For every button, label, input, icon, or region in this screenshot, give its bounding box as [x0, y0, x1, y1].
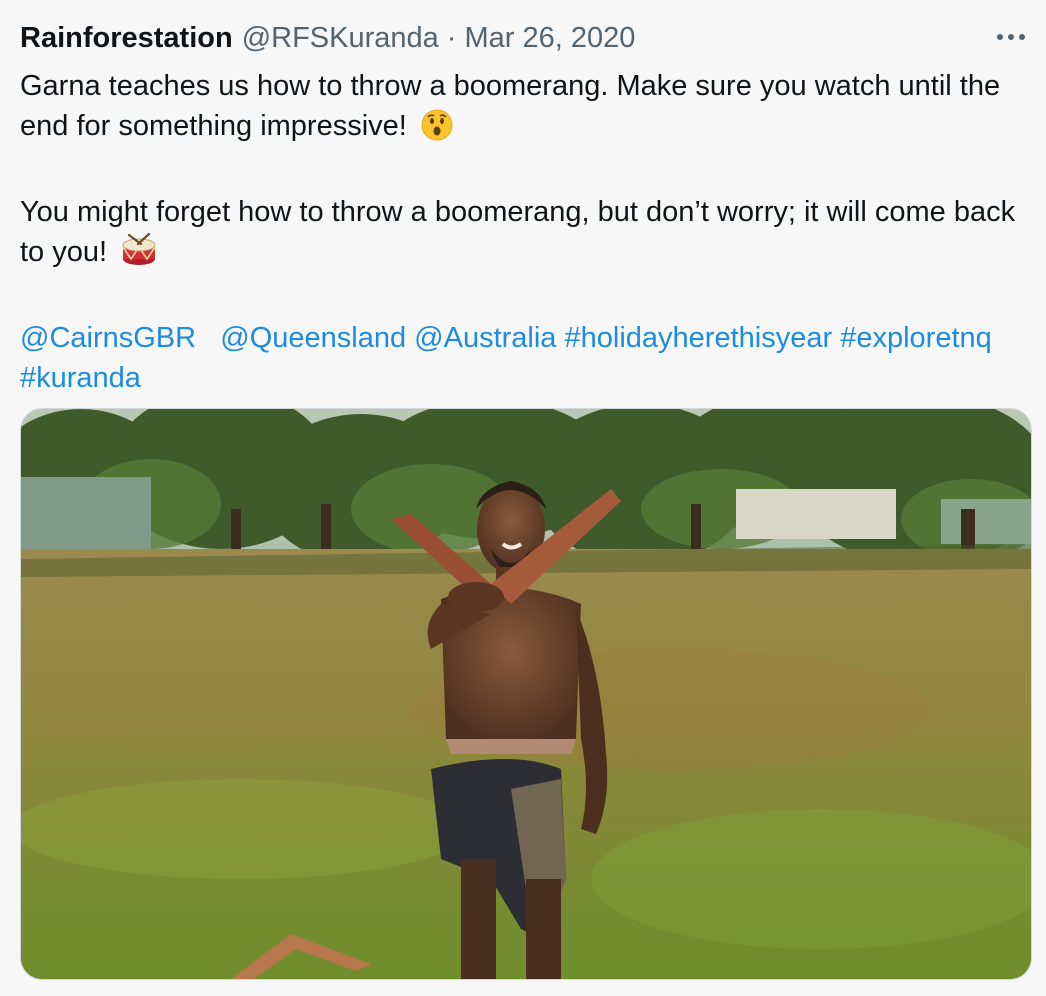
mention-australia[interactable]: @Australia: [414, 322, 556, 354]
paragraph-1-text: Garna teaches us how to throw a boomeran…: [20, 70, 1001, 142]
drum-emoji: [121, 232, 157, 278]
tweet-header: Rainforestation @RFSKuranda · Mar 26, 20…: [20, 18, 635, 58]
mention-cairnsgbr[interactable]: @CairnsGBR: [20, 322, 196, 354]
paragraph-2-text: You might forget how to throw a boomeran…: [20, 196, 1016, 268]
tweet-paragraph-1: Garna teaches us how to throw a boomeran…: [20, 66, 1030, 152]
hashtag-kuranda[interactable]: #kuranda: [20, 362, 141, 394]
tweet-paragraph-2: You might forget how to throw a boomeran…: [20, 192, 1030, 278]
tweet-date[interactable]: Mar 26, 2020: [464, 22, 635, 55]
more-button[interactable]: [994, 20, 1028, 54]
tweet-text: Garna teaches us how to throw a boomeran…: [20, 66, 1030, 398]
video-thumbnail-image: [21, 409, 1031, 979]
header-separator: ·: [446, 21, 457, 54]
astonished-face-emoji: [421, 109, 453, 152]
tweet-tags: @CairnsGBR @Queensland @Australia #holid…: [20, 318, 1030, 398]
tweet-media[interactable]: [20, 408, 1032, 980]
mention-queensland[interactable]: @Queensland: [220, 322, 406, 354]
tweet: Rainforestation @RFSKuranda · Mar 26, 20…: [0, 0, 1046, 996]
hashtag-holidayherethisyear[interactable]: #holidayherethisyear: [565, 322, 833, 354]
hashtag-exploretnq[interactable]: #exploretnq: [840, 322, 992, 354]
author-display-name[interactable]: Rainforestation: [20, 22, 233, 55]
author-handle[interactable]: @RFSKuranda: [242, 22, 439, 55]
more-icon: [997, 34, 1025, 40]
